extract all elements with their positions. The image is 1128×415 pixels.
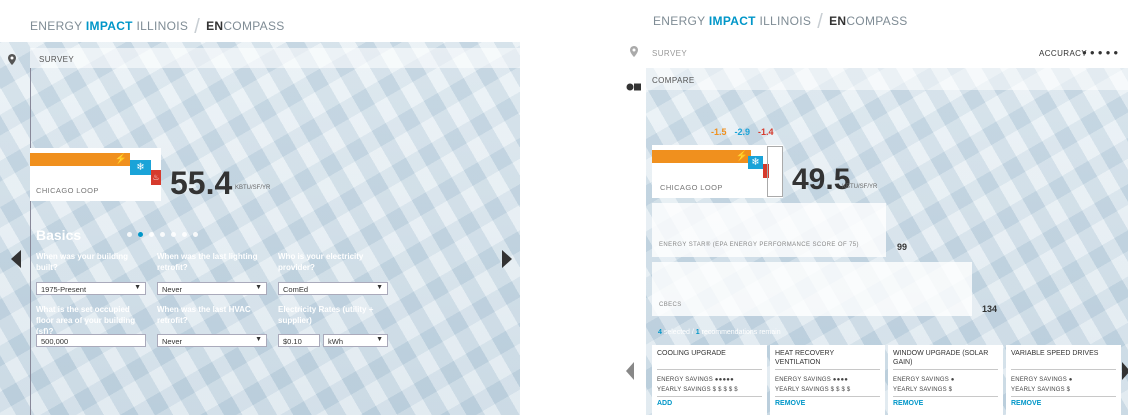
survey-screen: ENERGY IMPACT ILLINOIS / ENCOMPASS SURVEY … <box>0 0 520 415</box>
delta-value: -1.4 <box>758 127 774 137</box>
recommendation-card: COOLING UPGRADE ENERGY SAVINGS ●●●●● YEARL… <box>652 345 767 415</box>
yearly-savings: YEARLY SAVINGS $ <box>893 387 953 393</box>
recommendation-card: VARIABLE SPEED DRIVES ENERGY SAVINGS ● YEA… <box>1006 345 1121 415</box>
recommendation-card: WINDOW UPGRADE (SOLAR GAIN) ENERGY SAVING… <box>888 345 1003 415</box>
lighting-select[interactable]: Never ▼ <box>157 282 267 295</box>
survey-strip[interactable]: SURVEY ACCURACY ● ● ● ● ● <box>646 38 1128 68</box>
question-lighting-label: When was the last lighting retrofit? <box>157 252 258 272</box>
rate-input[interactable]: $0.10 <box>278 334 320 347</box>
energy-star-bar: ENERGY STAR® (EPA ENERGY PERFORMANCE SCO… <box>652 203 886 257</box>
electric-bar: ⚡ <box>652 150 751 163</box>
building-label: CHICAGO LOOP <box>36 186 99 195</box>
delta-value: -1.5 <box>711 127 727 137</box>
pager-dot[interactable] <box>160 232 165 237</box>
question-built-label: When was your building built? <box>36 252 128 272</box>
yearly-savings: YEARLY SAVINGS $ $ $ $ $ <box>657 387 738 393</box>
compare-icon <box>626 78 642 91</box>
question-provider-label: Who is your electricity provider? <box>278 252 364 272</box>
energy-savings: ENERGY SAVINGS ●●●● <box>775 377 849 383</box>
pager-dot[interactable] <box>182 232 187 237</box>
electric-bar: ⚡ <box>30 153 130 166</box>
brand-header: ENERGY IMPACT ILLINOIS / ENCOMPASS <box>616 0 1128 42</box>
yearly-savings: YEARLY SAVINGS $ <box>1011 387 1071 393</box>
location-pin-icon <box>630 44 638 57</box>
provider-select[interactable]: ComEd ▼ <box>278 282 388 295</box>
energy-star-value: 99 <box>897 242 908 252</box>
snowflake-icon: ❄ <box>136 162 145 173</box>
energy-star-label: ENERGY STAR® (EPA ENERGY PERFORMANCE SCO… <box>659 242 859 248</box>
hvac-select[interactable]: Never ▼ <box>157 334 267 347</box>
compare-label: COMPARE <box>652 76 695 85</box>
question-hvac-label: When was the last HVAC retrofit? <box>157 305 251 325</box>
chevron-down-icon: ▼ <box>376 336 383 343</box>
pager-dot[interactable] <box>171 232 176 237</box>
cbecs-label: CBECS <box>659 302 682 308</box>
lightning-icon: ⚡ <box>735 151 748 162</box>
survey-label: SURVEY <box>39 55 75 64</box>
location-pin-icon <box>8 52 16 65</box>
prev-arrow-icon[interactable] <box>626 362 634 380</box>
selection-status: 4 selected / 1 recommendations remain <box>658 329 781 336</box>
building-label: CHICAGO LOOP <box>660 183 723 192</box>
flame-icon: ♨ <box>152 173 160 182</box>
floor-area-input[interactable]: 500,000 <box>36 334 146 347</box>
survey-label: SURVEY <box>652 49 688 58</box>
chevron-down-icon: ▼ <box>255 284 262 291</box>
remove-button[interactable]: REMOVE <box>888 397 1003 410</box>
eui-value: 49.5 <box>792 163 851 196</box>
compare-screen: ENERGY IMPACT ILLINOIS / ENCOMPASS SURVEY … <box>616 0 1128 415</box>
delta-values: -1.5 -2.9 -1.4 <box>711 127 774 137</box>
chevron-down-icon: ▼ <box>255 336 262 343</box>
remove-button[interactable]: REMOVE <box>1006 397 1121 410</box>
recommendation-title: HEAT RECOVERY VENTILATION <box>775 350 835 366</box>
cbecs-bar: CBECS <box>652 262 972 316</box>
question-pager[interactable] <box>127 232 198 237</box>
chevron-down-icon: ▼ <box>376 284 383 291</box>
target-outline <box>767 146 783 197</box>
brand-header: ENERGY IMPACT ILLINOIS / ENCOMPASS <box>0 0 520 42</box>
chevron-down-icon: ▼ <box>134 284 141 291</box>
question-rates-label: Electricity Rates (utility + supplier) <box>278 305 374 325</box>
question-area-label: What is the set occupied floor area of y… <box>36 305 136 336</box>
rate-unit-select[interactable]: kWh ▼ <box>323 334 388 347</box>
heating-bar: ♨ <box>151 170 161 185</box>
pager-dot[interactable] <box>193 232 198 237</box>
delta-value: -2.9 <box>734 127 751 137</box>
pager-dot[interactable] <box>149 232 154 237</box>
cbecs-value: 134 <box>982 304 998 314</box>
eui-units: KBTU/SF/YR <box>842 184 878 190</box>
brand-logo[interactable]: ENERGY IMPACT ILLINOIS / ENCOMPASS <box>30 13 285 38</box>
eui-value: 55.4 <box>170 165 233 201</box>
brand-logo[interactable]: ENERGY IMPACT ILLINOIS / ENCOMPASS <box>653 8 908 33</box>
lightning-icon: ⚡ <box>114 154 127 165</box>
recommendation-title: COOLING UPGRADE <box>657 350 726 357</box>
prev-arrow-icon[interactable] <box>11 250 21 268</box>
yearly-savings: YEARLY SAVINGS $ $ $ $ <box>775 387 851 393</box>
next-arrow-icon[interactable] <box>1122 362 1128 380</box>
pager-dot[interactable] <box>127 232 132 237</box>
energy-savings: ENERGY SAVINGS ●●●●● <box>657 377 734 383</box>
accuracy-rating: ● ● ● ● ● <box>1082 48 1119 57</box>
eui-units: KBTU/SF/YR <box>235 185 271 191</box>
add-button[interactable]: ADD <box>652 397 767 410</box>
built-select[interactable]: 1975-Present ▼ <box>36 282 146 295</box>
recommendation-title: VARIABLE SPEED DRIVES <box>1011 350 1099 357</box>
energy-savings: ENERGY SAVINGS ● <box>893 377 955 383</box>
snowflake-icon: ❄ <box>751 157 760 168</box>
survey-strip[interactable]: SURVEY <box>30 48 520 68</box>
next-arrow-icon[interactable] <box>502 250 512 268</box>
cooling-bar: ❄ <box>130 160 151 175</box>
basics-heading: Basics <box>36 227 82 243</box>
vertical-divider <box>30 68 31 415</box>
recommendation-title: WINDOW UPGRADE (SOLAR GAIN) <box>893 350 989 366</box>
accuracy-label: ACCURACY <box>1039 49 1088 58</box>
recommendation-card: HEAT RECOVERY VENTILATION ENERGY SAVINGS … <box>770 345 885 415</box>
compare-strip[interactable]: COMPARE <box>646 68 1128 90</box>
energy-savings: ENERGY SAVINGS ● <box>1011 377 1073 383</box>
pager-dot[interactable] <box>138 232 143 237</box>
remove-button[interactable]: REMOVE <box>770 397 885 410</box>
cooling-bar: ❄ <box>748 156 763 169</box>
